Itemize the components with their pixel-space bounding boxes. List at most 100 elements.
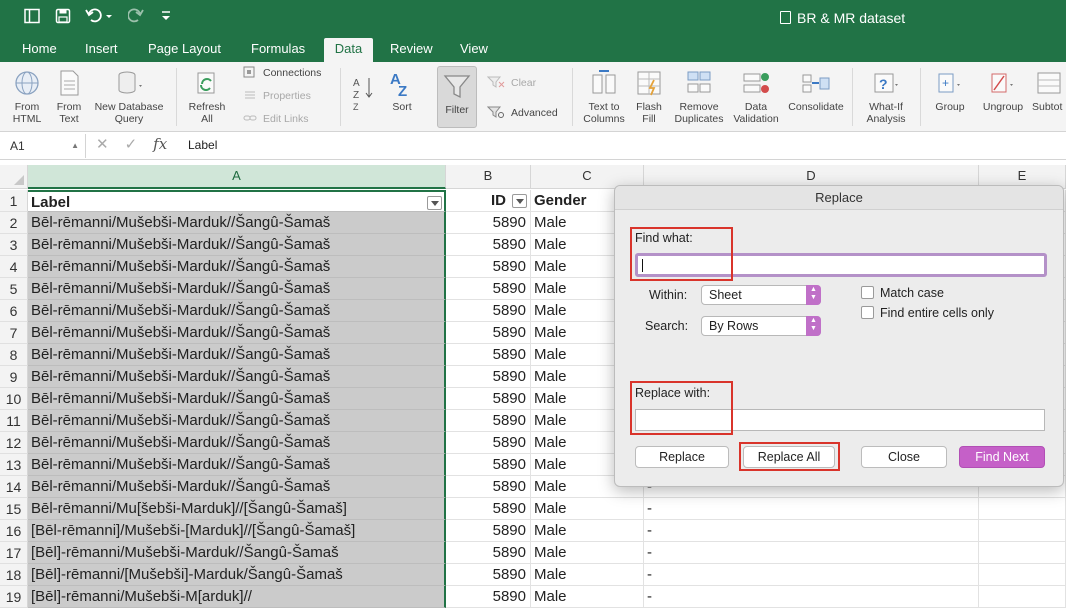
cell-b[interactable]: 5890	[446, 366, 531, 388]
redo-icon[interactable]	[127, 8, 144, 29]
cell-b[interactable]: 5890	[446, 498, 531, 520]
cell-b[interactable]: 5890	[446, 256, 531, 278]
cell-c[interactable]: Male	[531, 564, 644, 586]
row-number[interactable]: 6	[0, 300, 28, 322]
cell-d[interactable]: -	[644, 520, 979, 542]
tab-insert[interactable]: Insert	[75, 38, 128, 62]
close-button[interactable]: Close	[861, 446, 947, 468]
cell-a[interactable]: Bēl-rēmanni/Mušebši-Marduk//Šangû-Šamaš	[28, 322, 446, 344]
from-html-button[interactable]: From HTML	[8, 68, 46, 125]
refresh-all-button[interactable]: Refresh All	[184, 68, 230, 125]
tab-view[interactable]: View	[450, 38, 498, 62]
tab-home[interactable]: Home	[12, 38, 67, 62]
cell-b1[interactable]: ID	[446, 190, 531, 212]
row-number[interactable]: 14	[0, 476, 28, 498]
cell-e[interactable]	[979, 498, 1066, 520]
clear-button[interactable]: Clear	[487, 76, 536, 89]
formula-content[interactable]: Label	[188, 138, 217, 152]
cell-c[interactable]: Male	[531, 498, 644, 520]
customize-icon[interactable]	[160, 8, 172, 29]
cell-a[interactable]: Bēl-rēmanni/Mušebši-Marduk//Šangû-Šamaš	[28, 410, 446, 432]
checkbox-box[interactable]	[861, 306, 874, 319]
cell-a[interactable]: [Bēl]-rēmanni/Mušebši-M[arduk]//	[28, 586, 446, 608]
row-number[interactable]: 10	[0, 388, 28, 410]
subtotal-button[interactable]: Subtot	[1032, 68, 1066, 113]
find-next-button[interactable]: Find Next	[959, 446, 1045, 468]
match-case-checkbox[interactable]: Match case	[861, 286, 944, 300]
cell-a[interactable]: Bēl-rēmanni/Mušebši-Marduk//Šangû-Šamaš	[28, 278, 446, 300]
cell-a[interactable]: [Bēl]-rēmanni/[Mušebši]-Marduk/Šangû-Šam…	[28, 564, 446, 586]
cell-a[interactable]: Bēl-rēmanni/Mušebši-Marduk//Šangû-Šamaš	[28, 366, 446, 388]
row-number[interactable]: 5	[0, 278, 28, 300]
properties-button[interactable]: Properties	[243, 89, 311, 102]
cell-d[interactable]: -	[644, 564, 979, 586]
cell-c[interactable]: Male	[531, 586, 644, 608]
cell-e[interactable]	[979, 520, 1066, 542]
tab-formulas[interactable]: Formulas	[241, 38, 315, 62]
tab-data[interactable]: Data	[324, 38, 373, 62]
column-header-b[interactable]: B	[446, 165, 531, 189]
consolidate-button[interactable]: Consolidate	[786, 68, 846, 113]
cell-b[interactable]: 5890	[446, 410, 531, 432]
row-number[interactable]: 8	[0, 344, 28, 366]
cell-a[interactable]: Bēl-rēmanni/Mušebši-Marduk//Šangû-Šamaš	[28, 212, 446, 234]
checkbox-box[interactable]	[861, 286, 874, 299]
replace-button[interactable]: Replace	[635, 446, 729, 468]
cell-b[interactable]: 5890	[446, 234, 531, 256]
connections-button[interactable]: Connections	[243, 66, 321, 79]
cell-a[interactable]: Bēl-rēmanni/Mušebši-Marduk//Šangû-Šamaš	[28, 300, 446, 322]
cell-d[interactable]: -	[644, 586, 979, 608]
group-button[interactable]: + Group	[928, 68, 972, 113]
row-number[interactable]: 9	[0, 366, 28, 388]
cell-b[interactable]: 5890	[446, 476, 531, 498]
cell-b[interactable]: 5890	[446, 344, 531, 366]
cell-a[interactable]: Bēl-rēmanni/Mu[šebši-Marduk]//[Šangû-Šam…	[28, 498, 446, 520]
ungroup-button[interactable]: Ungroup	[978, 68, 1028, 113]
cell-e[interactable]	[979, 542, 1066, 564]
cell-b[interactable]: 5890	[446, 278, 531, 300]
row-number[interactable]: 1	[0, 190, 28, 212]
cell-a[interactable]: Bēl-rēmanni/Mušebši-Marduk//Šangû-Šamaš	[28, 388, 446, 410]
row-number[interactable]: 12	[0, 432, 28, 454]
row-number[interactable]: 11	[0, 410, 28, 432]
cell-b[interactable]: 5890	[446, 300, 531, 322]
cell-b[interactable]: 5890	[446, 564, 531, 586]
cell-e[interactable]	[979, 564, 1066, 586]
sidebar-icon[interactable]	[24, 8, 40, 29]
row-number[interactable]: 19	[0, 586, 28, 608]
cell-d[interactable]: -	[644, 498, 979, 520]
confirm-icon[interactable]: ✓	[125, 136, 138, 153]
cell-b[interactable]: 5890	[446, 388, 531, 410]
advanced-button[interactable]: Advanced	[487, 106, 558, 119]
cell-a[interactable]: Bēl-rēmanni/Mušebši-Marduk//Šangû-Šamaš	[28, 344, 446, 366]
cell-a1[interactable]: Label	[28, 190, 446, 212]
save-icon[interactable]	[55, 8, 71, 29]
row-number[interactable]: 3	[0, 234, 28, 256]
cell-b[interactable]: 5890	[446, 432, 531, 454]
filter-button[interactable]: Filter	[437, 66, 477, 128]
cell-b[interactable]: 5890	[446, 322, 531, 344]
cell-a[interactable]: Bēl-rēmanni/Mušebši-Marduk//Šangû-Šamaš	[28, 432, 446, 454]
cell-a[interactable]: [Bēl]-rēmanni/Mušebši-Marduk//Šangû-Šama…	[28, 542, 446, 564]
filter-dropdown-icon[interactable]	[512, 194, 527, 208]
flash-fill-button[interactable]: Flash Fill	[632, 68, 666, 125]
cell-b[interactable]: 5890	[446, 586, 531, 608]
name-box[interactable]: A1▲▼	[0, 134, 86, 174]
row-number[interactable]: 17	[0, 542, 28, 564]
cancel-icon[interactable]: ✕	[96, 136, 109, 153]
within-select[interactable]: Sheet ▲ ▼	[701, 285, 821, 305]
cell-b[interactable]: 5890	[446, 212, 531, 234]
cell-b[interactable]: 5890	[446, 454, 531, 476]
column-header-a[interactable]: A	[28, 165, 446, 189]
cell-c[interactable]: Male	[531, 542, 644, 564]
cell-d[interactable]: -	[644, 542, 979, 564]
sort-button[interactable]: AZ Sort	[386, 68, 418, 113]
cell-b[interactable]: 5890	[446, 542, 531, 564]
what-if-analysis-button[interactable]: ? What-If Analysis	[860, 68, 912, 125]
row-number[interactable]: 13	[0, 454, 28, 476]
tab-page-layout[interactable]: Page Layout	[138, 38, 231, 62]
cell-a[interactable]: Bēl-rēmanni/Mušebši-Marduk//Šangû-Šamaš	[28, 234, 446, 256]
cell-e[interactable]	[979, 586, 1066, 608]
row-number[interactable]: 7	[0, 322, 28, 344]
entire-cells-checkbox[interactable]: Find entire cells only	[861, 306, 994, 320]
